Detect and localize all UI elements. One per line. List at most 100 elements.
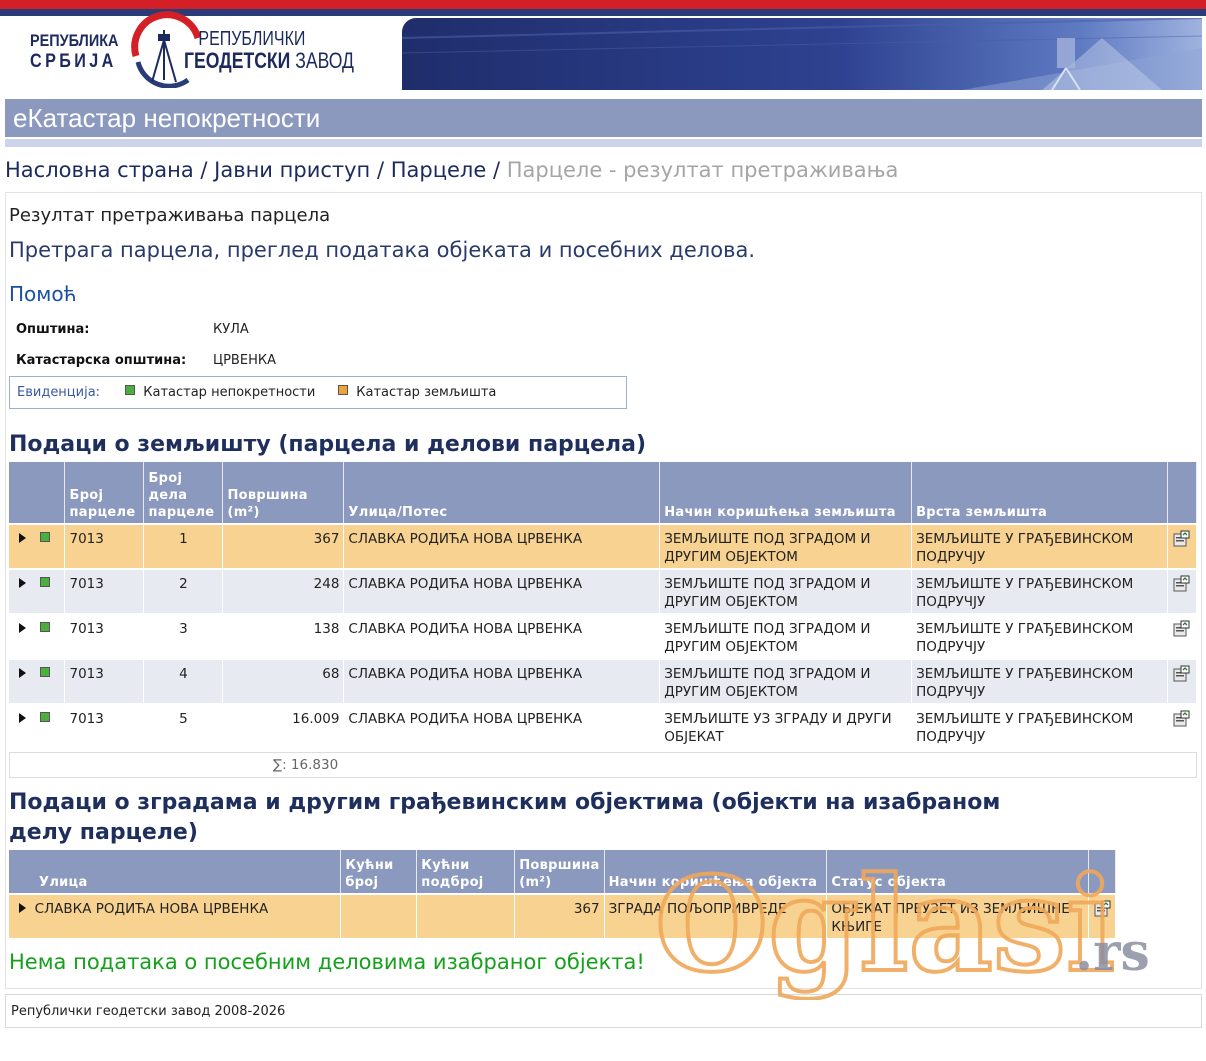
logo-rgz-normal: ЗАВОД bbox=[290, 48, 354, 73]
street-cell: СЛАВКА РОДИЋА НОВА ЦРВЕНКА bbox=[343, 523, 661, 569]
land-table-row[interactable]: 7013 5 16.009 СЛАВКА РОДИЋА НОВА ЦРВЕНКА ЗЕМ… bbox=[9, 703, 1198, 749]
green-square-icon bbox=[40, 712, 50, 722]
breadcrumb-public-access[interactable]: Јавни приступ bbox=[214, 158, 370, 182]
expand-triangle-icon[interactable] bbox=[19, 668, 26, 678]
land-table-row[interactable]: 7013 2 248 СЛАВКА РОДИЋА НОВА ЦРВЕНКА ЗЕМЉИШ… bbox=[9, 568, 1198, 614]
street-cell: СЛАВКА РОДИЋА НОВА ЦРВЕНКА bbox=[343, 613, 661, 659]
land-col-street: Улица/Потес bbox=[343, 462, 661, 524]
help-link[interactable]: Помоћ bbox=[9, 282, 77, 306]
land-col-expand bbox=[9, 462, 66, 524]
cadastral-municipality-label: Катастарска општина: bbox=[16, 353, 187, 368]
land-use-cell: ЗЕМЉИШТЕ ПОД ЗГРАДОМ И ДРУГИМ ОБЈЕКТОМ bbox=[659, 658, 913, 704]
land-col-land-use: Начин коришћења земљишта bbox=[659, 462, 913, 524]
expand-triangle-icon[interactable] bbox=[19, 533, 26, 543]
land-use-cell: ЗЕМЉИШТЕ ПОД ЗГРАДОМ И ДРУГИМ ОБЈЕКТОМ bbox=[659, 613, 913, 659]
land-use-cell: ЗЕМЉИШТЕ ПОД ЗГРАДОМ И ДРУГИМ ОБЈЕКТОМ bbox=[659, 568, 913, 614]
actions-cell bbox=[1167, 568, 1198, 614]
footer-copyright: Републички геодетски завод 2008-2026 bbox=[11, 1004, 286, 1019]
buildings-table-header: Улица Кућни број Кућни подброј Површина … bbox=[9, 850, 1117, 894]
area-cell: 138 bbox=[222, 613, 345, 659]
green-square-icon bbox=[40, 622, 50, 632]
logo-line-2: СРБИЈА bbox=[30, 51, 117, 72]
land-area-sum: ∑: 16.830 bbox=[273, 757, 339, 773]
municipality-label: Општина: bbox=[16, 322, 90, 337]
breadcrumb-separator: / bbox=[486, 158, 507, 182]
buildings-table-row[interactable]: СЛАВКА РОДИЋА НОВА ЦРВЕНКА 367 ЗГРАДА ПОЉО… bbox=[9, 893, 1117, 938]
app-title: еКатастар непокретности bbox=[13, 103, 321, 133]
app-title-bar: еКатастар непокретности bbox=[5, 99, 1202, 137]
breadcrumb: Насловна страна / Јавни приступ / Парцел… bbox=[5, 158, 898, 182]
row-expand-cell bbox=[9, 568, 66, 614]
row-expand-cell bbox=[9, 658, 66, 704]
actions-cell bbox=[1167, 613, 1198, 659]
details-icon[interactable] bbox=[1093, 900, 1111, 917]
bld-col-actions bbox=[1088, 850, 1117, 894]
logo-rgz-line-1: РЕПУБЛИЧКИ bbox=[198, 28, 306, 50]
land-table-row[interactable]: 7013 1 367 СЛАВКА РОДИЋА НОВА ЦРВЕНКА ЗЕМЉИШ… bbox=[9, 523, 1198, 569]
logo-line-1: РЕПУБЛИКА bbox=[30, 31, 119, 50]
expand-triangle-icon[interactable] bbox=[19, 578, 26, 588]
street-cell: СЛАВКА РОДИЋА НОВА ЦРВЕНКА bbox=[343, 568, 661, 614]
title-underline bbox=[5, 139, 1202, 147]
footer: Републички геодетски завод 2008-2026 bbox=[5, 994, 1202, 1028]
bld-street-cell: СЛАВКА РОДИЋА НОВА ЦРВЕНКА bbox=[9, 893, 342, 938]
row-expand-cell bbox=[9, 613, 66, 659]
land-section-title: Подаци о земљишту (парцела и делови парц… bbox=[9, 432, 647, 457]
land-type-cell: ЗЕМЉИШТЕ У ГРАЂЕВИНСКОМ ПОДРУЧЈУ bbox=[911, 523, 1168, 569]
land-col-area: Површина (m²) bbox=[222, 462, 345, 524]
land-type-cell: ЗЕМЉИШТЕ У ГРАЂЕВИНСКОМ ПОДРУЧЈУ bbox=[911, 568, 1168, 614]
logo-rgz-bold: ГЕОДЕТСКИ bbox=[184, 48, 291, 73]
parcel-no-cell: 7013 bbox=[64, 703, 145, 749]
evidence-item-real-estate: Катастар непокретности bbox=[125, 385, 315, 400]
banner-decoration-icon bbox=[402, 18, 1202, 90]
buildings-section-title: Подаци о зградама и другим грађевинским … bbox=[9, 788, 1000, 848]
buildings-title-line-1: Подаци о зградама и другим грађевинским … bbox=[9, 790, 1001, 815]
land-table-row[interactable]: 7013 4 68 СЛАВКА РОДИЋА НОВА ЦРВЕНКА ЗЕМЉИШТ… bbox=[9, 658, 1198, 704]
breadcrumb-home[interactable]: Насловна страна bbox=[5, 158, 194, 182]
evidence-item-label: Катастар непокретности bbox=[143, 385, 316, 400]
breadcrumb-separator: / bbox=[193, 158, 215, 182]
logo-rgz-line-2: ГЕОДЕТСКИ ЗАВОД bbox=[160, 50, 354, 72]
details-icon[interactable] bbox=[1172, 710, 1190, 727]
row-expand-cell bbox=[9, 523, 66, 569]
evidence-label: Евиденција: bbox=[17, 385, 101, 400]
part-no-cell: 4 bbox=[143, 658, 224, 704]
logo-republic-serbia[interactable]: РЕПУБЛИКА СРБИЈА bbox=[30, 30, 134, 72]
land-type-cell: ЗЕМЉИШТЕ У ГРАЂЕВИНСКОМ ПОДРУЧЈУ bbox=[911, 658, 1168, 704]
bld-col-house-no: Кућни број bbox=[340, 850, 418, 894]
bld-use-cell: ЗГРАДА ПОЉОПРИВРЕДЕ bbox=[604, 893, 828, 938]
bld-house-sub-cell bbox=[416, 893, 516, 938]
expand-triangle-icon[interactable] bbox=[19, 903, 26, 913]
expand-triangle-icon[interactable] bbox=[19, 713, 26, 723]
land-type-cell: ЗЕМЉИШТЕ У ГРАЂЕВИНСКОМ ПОДРУЧЈУ bbox=[911, 703, 1168, 749]
breadcrumb-separator: / bbox=[370, 158, 391, 182]
parcel-no-cell: 7013 bbox=[64, 568, 145, 614]
parcel-no-cell: 7013 bbox=[64, 523, 145, 569]
details-icon[interactable] bbox=[1172, 620, 1190, 637]
header-banner bbox=[402, 18, 1202, 90]
land-use-cell: ЗЕМЉИШТЕ УЗ ЗГРАДУ И ДРУГИ ОБЈЕКАТ bbox=[659, 703, 913, 749]
parcel-no-cell: 7013 bbox=[64, 658, 145, 704]
evidence-legend: Евиденција: Катастар непокретности Катас… bbox=[9, 376, 627, 409]
green-square-icon bbox=[125, 385, 135, 395]
details-icon[interactable] bbox=[1172, 665, 1190, 682]
land-table-header: Број парцеле Број дела парцеле Површина … bbox=[9, 462, 1198, 524]
details-icon[interactable] bbox=[1172, 575, 1190, 592]
buildings-title-line-2: делу парцеле) bbox=[9, 820, 198, 845]
page-subtitle: Претрага парцела, преглед података објек… bbox=[9, 238, 755, 262]
logo-rgz[interactable]: РЕПУБЛИЧКИ ГЕОДЕТСКИ ЗАВОД bbox=[160, 28, 402, 72]
expand-triangle-icon[interactable] bbox=[19, 623, 26, 633]
bld-area-cell: 367 bbox=[514, 893, 605, 938]
land-table-row[interactable]: 7013 3 138 СЛАВКА РОДИЋА НОВА ЦРВЕНКА ЗЕМЉИШ… bbox=[9, 613, 1198, 659]
orange-square-icon bbox=[338, 385, 348, 395]
details-icon[interactable] bbox=[1172, 530, 1190, 547]
evidence-item-land: Катастар земљишта bbox=[338, 385, 496, 400]
breadcrumb-parcels[interactable]: Парцеле bbox=[391, 158, 487, 182]
bld-actions-cell bbox=[1088, 893, 1117, 938]
breadcrumb-current: Парцеле - резултат претраживања bbox=[506, 158, 899, 182]
bld-street-text: СЛАВКА РОДИЋА НОВА ЦРВЕНКА bbox=[34, 901, 269, 917]
area-cell: 367 bbox=[222, 523, 345, 569]
top-red-stripe bbox=[0, 0, 1206, 9]
land-use-cell: ЗЕМЉИШТЕ ПОД ЗГРАДОМ И ДРУГИМ ОБЈЕКТОМ bbox=[659, 523, 913, 569]
no-special-parts-message: Нема података о посебним деловима изабра… bbox=[9, 950, 645, 974]
